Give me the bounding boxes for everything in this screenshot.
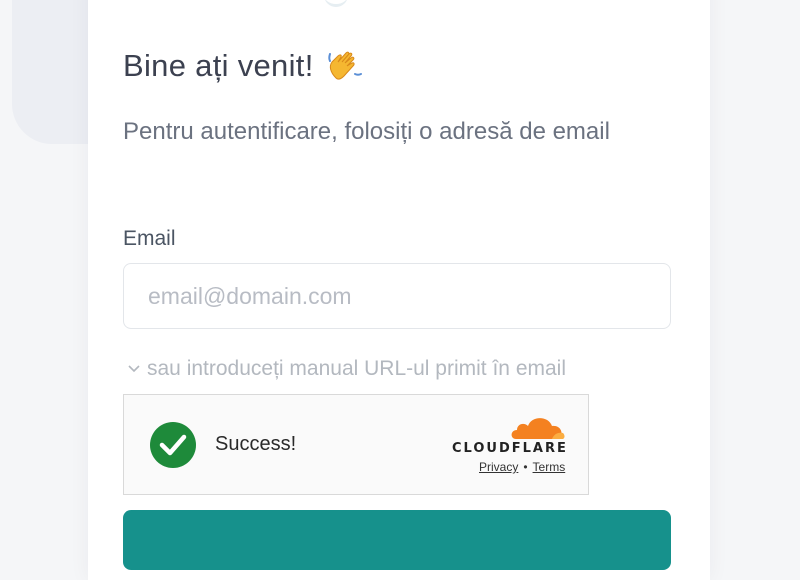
- email-field[interactable]: [123, 263, 671, 329]
- submit-button[interactable]: [123, 510, 671, 570]
- login-card: Bine ați venit! Pentru autentificare, fo…: [88, 0, 710, 580]
- cloudflare-cloud-icon: [511, 418, 565, 439]
- captcha-status: Success!: [215, 433, 297, 455]
- email-label: Email: [123, 227, 176, 250]
- page-title: Bine ați venit!: [123, 48, 364, 84]
- waving-hand-icon: [327, 51, 362, 80]
- cloudflare-turnstile-widget[interactable]: Success! CLOUDFLARE Privacy • Terms: [123, 394, 589, 495]
- cloudflare-logo: CLOUDFLARE: [450, 413, 570, 461]
- logo-fragment: [324, 0, 348, 7]
- page-subtitle: Pentru autentificare, folosiți o adresă …: [123, 118, 610, 145]
- page-title-text: Bine ați venit!: [123, 48, 314, 83]
- terms-link[interactable]: Terms: [533, 460, 566, 474]
- cloudflare-wordmark: CLOUDFLARE: [452, 441, 568, 456]
- link-separator: •: [523, 460, 528, 474]
- manual-url-link-text: sau introduceți manual URL-ul primit în …: [147, 357, 567, 380]
- privacy-link[interactable]: Privacy: [479, 460, 518, 474]
- check-circle-icon: [150, 422, 196, 468]
- captcha-links: Privacy • Terms: [479, 460, 565, 474]
- chevron-down-icon: [128, 365, 140, 373]
- manual-url-toggle[interactable]: sau introduceți manual URL-ul primit în …: [127, 357, 566, 381]
